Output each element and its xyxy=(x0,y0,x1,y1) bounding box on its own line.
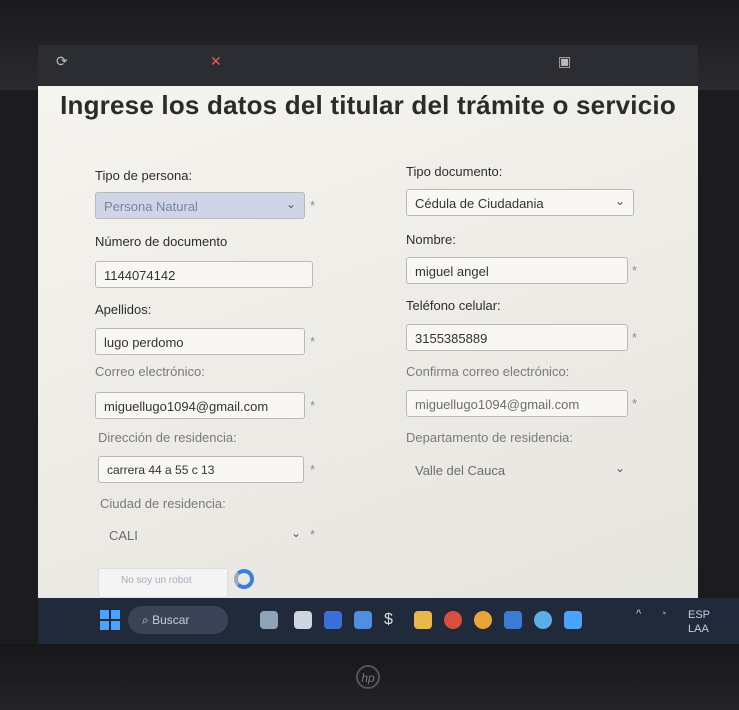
telefono-input[interactable]: 3155385889 xyxy=(406,324,628,351)
required-mark: * xyxy=(310,462,316,477)
ciudad-value: CALI xyxy=(109,528,138,543)
ciudad-select[interactable]: CALI ⌄ xyxy=(100,521,310,548)
office-icon[interactable] xyxy=(444,611,462,629)
tipo-documento-label: Tipo documento: xyxy=(406,164,503,179)
back-icon[interactable]: ⟳ xyxy=(56,53,68,70)
nombre-value: miguel angel xyxy=(415,264,489,279)
required-mark: * xyxy=(310,198,316,213)
correo-label: Correo electrónico: xyxy=(95,364,205,379)
page-title: Ingrese los datos del titular del trámit… xyxy=(60,90,676,120)
numero-documento-label: Número de documento xyxy=(95,234,228,249)
app-icon[interactable]: $ xyxy=(384,611,402,629)
ciudad-label: Ciudad de residencia: xyxy=(100,496,226,511)
firefox-icon[interactable] xyxy=(474,611,492,629)
tipo-documento-select[interactable]: Cédula de Ciudadania ⌄ xyxy=(406,189,634,216)
web-page: Ingrese los datos del titular del trámit… xyxy=(38,86,698,598)
confirma-correo-value: miguellugo1094@gmail.com xyxy=(415,397,580,412)
search-icon: ⌕ xyxy=(142,613,153,627)
departamento-select[interactable]: Valle del Cauca ⌄ xyxy=(406,456,634,483)
required-mark: * xyxy=(632,396,638,411)
recaptcha-icon xyxy=(234,569,254,589)
numero-documento-value: 1144074142 xyxy=(104,268,176,283)
windows-start-icon[interactable] xyxy=(100,610,120,630)
chevron-down-icon: ⌄ xyxy=(614,194,625,208)
search-placeholder: Buscar xyxy=(152,613,190,627)
tipo-persona-select[interactable]: Persona Natural ⌄ xyxy=(95,192,305,219)
captcha-checkbox[interactable]: No soy un robot xyxy=(98,568,228,598)
extension-icon[interactable]: ✕ xyxy=(210,53,222,70)
apellidos-input[interactable]: lugo perdomo xyxy=(95,328,305,355)
language-line2: LAA xyxy=(688,623,709,635)
widgets-icon[interactable] xyxy=(260,611,278,629)
apellidos-label: Apellidos: xyxy=(95,302,152,317)
departamento-value: Valle del Cauca xyxy=(415,463,506,478)
chevron-down-icon: ⌄ xyxy=(285,197,296,211)
apellidos-value: lugo perdomo xyxy=(104,335,184,350)
required-mark: * xyxy=(632,330,638,345)
correo-value: miguellugo1094@gmail.com xyxy=(104,399,269,414)
nombre-input[interactable]: miguel angel xyxy=(406,257,628,284)
confirma-correo-label: Confirma correo electrónico: xyxy=(406,364,570,379)
captcha-label: No soy un robot xyxy=(121,575,192,586)
departamento-label: Departamento de residencia: xyxy=(406,430,573,445)
direccion-input[interactable]: carrera 44 a 55 c 13 xyxy=(98,456,304,483)
tab-icon[interactable]: ▣ xyxy=(558,53,571,70)
direccion-label: Dirección de residencia: xyxy=(98,430,237,445)
required-mark: * xyxy=(310,398,316,413)
language-line1: ESP xyxy=(688,609,711,621)
required-mark: * xyxy=(310,527,316,542)
hp-logo-icon: hp xyxy=(356,665,380,689)
tipo-documento-value: Cédula de Ciudadania xyxy=(415,196,544,211)
chrome-icon[interactable] xyxy=(534,611,552,629)
tipo-persona-label: Tipo de persona: xyxy=(95,168,193,183)
task-view-icon[interactable] xyxy=(294,611,312,629)
chevron-down-icon: ⌄ xyxy=(614,461,625,475)
outlook-icon[interactable] xyxy=(324,611,342,629)
edge-icon[interactable] xyxy=(354,611,372,629)
telefono-value: 3155385889 xyxy=(415,331,488,346)
correo-input[interactable]: miguellugo1094@gmail.com xyxy=(95,392,305,419)
tipo-persona-value: Persona Natural xyxy=(104,199,198,214)
telefono-label: Teléfono celular: xyxy=(406,298,501,313)
file-explorer-icon[interactable] xyxy=(414,611,432,629)
nombre-label: Nombre: xyxy=(406,232,456,247)
store-icon[interactable] xyxy=(504,611,522,629)
chevron-up-icon[interactable]: ^ xyxy=(636,608,641,620)
required-mark: * xyxy=(310,334,316,349)
chevron-down-icon: ⌄ xyxy=(290,526,301,540)
app-icon[interactable] xyxy=(564,611,582,629)
windows-taskbar: ⌕ Buscar $ ^ ◔ ESP LAA xyxy=(38,598,739,644)
browser-toolbar: ⟳ ✕ ▣ xyxy=(38,45,698,87)
taskbar-search[interactable]: ⌕ Buscar xyxy=(128,606,228,634)
required-mark: * xyxy=(632,263,638,278)
direccion-value: carrera 44 a 55 c 13 xyxy=(107,463,215,477)
language-indicator[interactable]: ESP LAA xyxy=(688,608,710,636)
network-icon[interactable]: ◔ xyxy=(660,608,667,620)
numero-documento-input[interactable]: 1144074142 xyxy=(95,261,313,288)
confirma-correo-input[interactable]: miguellugo1094@gmail.com xyxy=(406,390,628,417)
